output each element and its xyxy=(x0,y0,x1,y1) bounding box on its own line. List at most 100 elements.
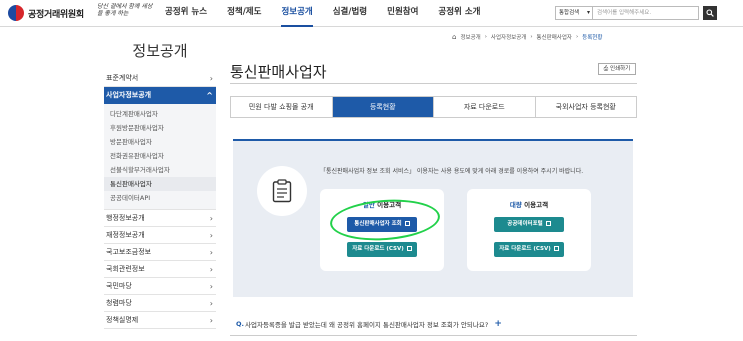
chevron-right-icon: › xyxy=(209,74,213,83)
sidebar-item[interactable]: 국민마당 › xyxy=(104,278,216,295)
chevron-right-icon: › xyxy=(209,282,213,291)
sidebar-title: 정보공개 xyxy=(132,42,188,60)
page-title: 통신판매사업자 xyxy=(230,63,327,81)
expand-plus-icon[interactable]: + xyxy=(494,319,502,329)
nav-civil[interactable]: 민원참여 xyxy=(387,0,418,27)
chevron-right-icon: › xyxy=(209,316,213,325)
sidebar-item[interactable]: 국회관련정보 › xyxy=(104,261,216,278)
slogan: 당신 곁에서 함께 세상을 좋게 하는 xyxy=(97,3,153,17)
chevron-right-icon: › xyxy=(209,265,213,274)
faq-question: 사업자등록증을 발급 받았는데 왜 공정위 홈페이지 통신판매사업자 정보 조회… xyxy=(245,321,489,329)
search-scope-select[interactable]: 통합검색 xyxy=(555,6,593,20)
breadcrumb-sep: › xyxy=(484,34,487,40)
title-rest: 이용고객 xyxy=(374,201,402,209)
tab-complaint-malls[interactable]: 민원 다발 쇼핑몰 공개 xyxy=(231,97,333,117)
csv-download-button[interactable]: 자료 다운로드 (CSV) xyxy=(494,242,564,257)
nav-about[interactable]: 공정위 소개 xyxy=(438,0,480,27)
title-highlight: 대량 xyxy=(509,201,522,209)
sidebar-item-label: 사업자정보공개 xyxy=(106,91,152,99)
nav-policy[interactable]: 정책/제도 xyxy=(227,0,261,27)
sidebar-item-label: 국회관련정보 xyxy=(106,265,145,273)
business-lookup-button[interactable]: 통신판매사업자 조회 xyxy=(347,217,417,232)
button-label: 자료 다운로드 (CSV) xyxy=(499,246,551,252)
sidebar-submenu: 다단계판매사업자 후원방문판매사업자 방문판매사업자 전화권유판매사업자 선불식… xyxy=(104,104,216,210)
chevron-up-icon: ^ xyxy=(206,91,213,100)
breadcrumb: ⌂ 정보공개 › 사업자정보공개 › 통신판매사업자 › 등록현황 xyxy=(452,33,602,41)
taegeuk-logo-icon xyxy=(8,5,24,21)
submenu-item[interactable]: 선불식할부거래사업자 xyxy=(104,163,216,177)
nav-news[interactable]: 공정위 뉴스 xyxy=(165,0,207,27)
printer-icon: ⎙ xyxy=(603,66,609,72)
external-link-icon xyxy=(553,246,559,251)
sidebar-item-business-info[interactable]: 사업자정보공개 ^ xyxy=(104,87,216,104)
button-label: 통신판매사업자 조회 xyxy=(354,221,402,227)
external-link-icon xyxy=(404,221,410,226)
breadcrumb-item[interactable]: 정보공개 xyxy=(460,33,480,41)
bulk-user-title: 대량 이용고객 xyxy=(467,199,591,209)
faq-divider xyxy=(230,335,637,336)
submenu-item[interactable]: 후원방문판매사업자 xyxy=(104,121,216,135)
external-link-icon xyxy=(406,246,412,251)
submenu-item[interactable]: 전화권유판매사업자 xyxy=(104,149,216,163)
main-nav: 공정위 뉴스 정책/제도 정보공개 심결/법령 민원참여 공정위 소개 xyxy=(165,0,500,27)
title-rest: 이용고객 xyxy=(521,201,549,209)
sidebar-item[interactable]: 행정정보공개 › xyxy=(104,210,216,227)
document-icon-circle xyxy=(257,166,307,216)
button-label: 자료 다운로드 (CSV) xyxy=(352,246,404,252)
external-link-icon xyxy=(545,221,551,226)
search-bar: 통합검색 검색어를 입력해주세요. xyxy=(555,6,717,20)
nav-info-disclosure[interactable]: 정보공개 xyxy=(281,0,313,27)
search-icon xyxy=(706,9,714,17)
chevron-right-icon: › xyxy=(209,299,213,308)
search-input[interactable]: 검색어를 입력해주세요. xyxy=(593,6,699,20)
faq-q-label: Q. xyxy=(236,320,244,328)
sidebar-item-label: 재정정보공개 xyxy=(106,231,145,239)
nav-decisions[interactable]: 심결/법령 xyxy=(333,0,367,27)
logo-text: 공정거래위원회 xyxy=(28,9,84,20)
breadcrumb-current: 등록현황 xyxy=(582,35,603,41)
tab-foreign-registration[interactable]: 국외사업자 등록현황 xyxy=(536,97,637,117)
sidebar-item-label: 행정정보공개 xyxy=(106,214,145,222)
print-button[interactable]: ⎙ 인쇄하기 xyxy=(598,63,636,75)
sidebar-item[interactable]: 국고보조금정보 › xyxy=(104,244,216,261)
title-highlight: 일반 xyxy=(362,201,375,209)
breadcrumb-item[interactable]: 통신판매사업자 xyxy=(537,33,572,41)
sidebar-item-label: 청렴마당 xyxy=(106,299,132,307)
search-button[interactable] xyxy=(703,6,717,20)
button-label: 공공데이터포털 xyxy=(507,221,543,227)
faq-item[interactable]: Q. 사업자등록증을 발급 받았는데 왜 공정위 홈페이지 통신판매사업자 정보… xyxy=(236,319,502,329)
sidebar-item-standard-contract[interactable]: 표준계약서 › xyxy=(104,70,216,87)
breadcrumb-sep: › xyxy=(575,34,579,40)
public-data-portal-button[interactable]: 공공데이터포털 xyxy=(494,217,564,232)
sidebar-item-label: 국고보조금정보 xyxy=(106,248,152,256)
service-description: 「통신판매사업자 정보 조회 서비스」 이용자는 사용 용도에 맞게 아래 경로… xyxy=(320,168,584,175)
print-label: 인쇄하기 xyxy=(609,66,631,72)
chevron-right-icon: › xyxy=(209,248,213,257)
site-logo[interactable]: 공정거래위원회 xyxy=(8,5,84,21)
home-icon[interactable]: ⌂ xyxy=(452,33,456,41)
general-user-box: 일반 이용고객 통신판매사업자 조회 자료 다운로드 (CSV) xyxy=(320,189,444,271)
sidebar-item-label: 정책실명제 xyxy=(106,316,139,324)
submenu-item[interactable]: 방문판매사업자 xyxy=(104,135,216,149)
site-header: 공정거래위원회 당신 곁에서 함께 세상을 좋게 하는 공정위 뉴스 정책/제도… xyxy=(0,0,743,27)
submenu-item[interactable]: 다단계판매사업자 xyxy=(104,107,216,121)
submenu-item[interactable]: 공공데이터API xyxy=(104,191,216,205)
chevron-right-icon: › xyxy=(209,231,213,240)
sidebar-item-label: 표준계약서 xyxy=(106,74,139,82)
breadcrumb-sep: › xyxy=(530,34,533,40)
tab-data-download[interactable]: 자료 다운로드 xyxy=(434,97,536,117)
bulk-user-box: 대량 이용고객 공공데이터포털 자료 다운로드 (CSV) xyxy=(467,189,591,271)
title-divider xyxy=(230,83,637,84)
breadcrumb-item[interactable]: 사업자정보공개 xyxy=(491,33,526,41)
sidebar-item[interactable]: 정책실명제 › xyxy=(104,312,216,329)
general-user-title: 일반 이용고객 xyxy=(320,199,444,209)
submenu-item-active[interactable]: 통신판매사업자 xyxy=(104,177,216,191)
sidebar-menu: 표준계약서 › 사업자정보공개 ^ 다단계판매사업자 후원방문판매사업자 방문판… xyxy=(104,70,216,329)
csv-download-button[interactable]: 자료 다운로드 (CSV) xyxy=(347,242,417,257)
clipboard-icon xyxy=(272,179,292,203)
content-tabs: 민원 다발 쇼핑몰 공개 등록현황 자료 다운로드 국외사업자 등록현황 xyxy=(230,96,637,118)
tab-registration-status[interactable]: 등록현황 xyxy=(332,97,434,117)
sidebar-item[interactable]: 재정정보공개 › xyxy=(104,227,216,244)
sidebar-item[interactable]: 청렴마당 › xyxy=(104,295,216,312)
sidebar-item-label: 국민마당 xyxy=(106,282,132,290)
